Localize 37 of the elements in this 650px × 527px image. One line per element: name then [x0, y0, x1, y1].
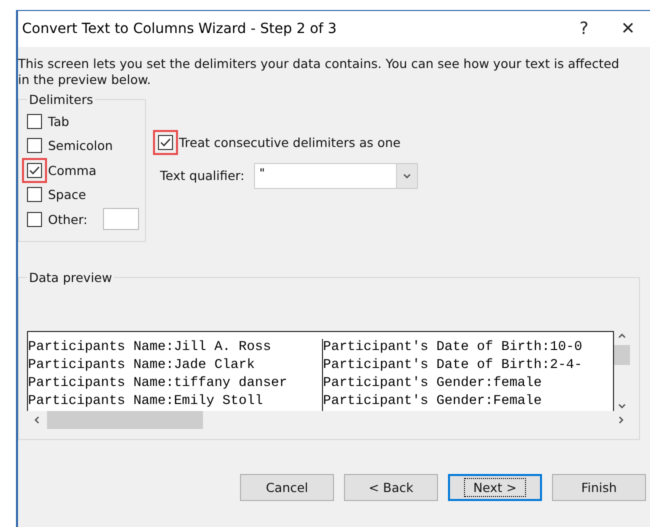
help-button[interactable]: ? [562, 11, 606, 47]
preview-cell-text: Participant's Gender:female [323, 375, 543, 393]
scroll-thumb[interactable] [47, 411, 203, 429]
checkbox-label: Other: [48, 212, 88, 227]
check-icon [29, 166, 40, 175]
checkbox[interactable] [27, 162, 42, 178]
checkbox[interactable] [158, 134, 173, 150]
checkbox[interactable] [27, 187, 42, 202]
close-button[interactable]: ✕ [606, 11, 650, 47]
checkbox-label: Comma [48, 162, 96, 178]
input-field[interactable] [103, 208, 140, 230]
checkbox[interactable] [27, 114, 42, 129]
qualifier-dropdown[interactable]: " [254, 162, 418, 188]
window-title: Convert Text to Columns Wizard - Step 2 of 3 [22, 21, 338, 37]
preview-cell-text: Participant's Date of Birth:10-0 [323, 339, 584, 357]
checkbox-label: Space [48, 187, 86, 202]
field-label: Text qualifier: [160, 168, 244, 183]
scroll-thumb[interactable] [614, 345, 630, 365]
group-title: Delimiters [28, 92, 94, 107]
dialog-button[interactable]: Finish [552, 474, 646, 501]
preview-cell: Participants Name:tiffany danser [28, 375, 323, 393]
checkbox-label: Treat consecutive delimiters as one [179, 134, 401, 150]
preview-cell: Participants Name:Jill A. Ross [28, 339, 323, 357]
vertical-scrollbar[interactable] [614, 331, 631, 411]
instructions-text: This screen lets you set the delimiters your data contains. You can see how your text is affected in the preview below. [18, 56, 620, 88]
preview-cell-text: Participant's Gender:Female [323, 393, 543, 411]
check-icon [160, 138, 171, 147]
checkbox-label: Tab [48, 114, 70, 129]
group-title: Data preview [28, 270, 114, 285]
checkbox-label: Semicolon [48, 138, 113, 154]
preview-cell-text: Participant's Date of Birth:2-4- [323, 357, 584, 375]
preview-cell: Participants Name:Jade Clark [28, 357, 323, 375]
dialog-button[interactable]: < Back [344, 474, 438, 501]
checkbox[interactable] [27, 138, 42, 154]
dialog-button[interactable]: Cancel [240, 474, 334, 501]
checkbox[interactable] [27, 212, 42, 227]
dialog-button[interactable]: Next > [448, 474, 542, 501]
